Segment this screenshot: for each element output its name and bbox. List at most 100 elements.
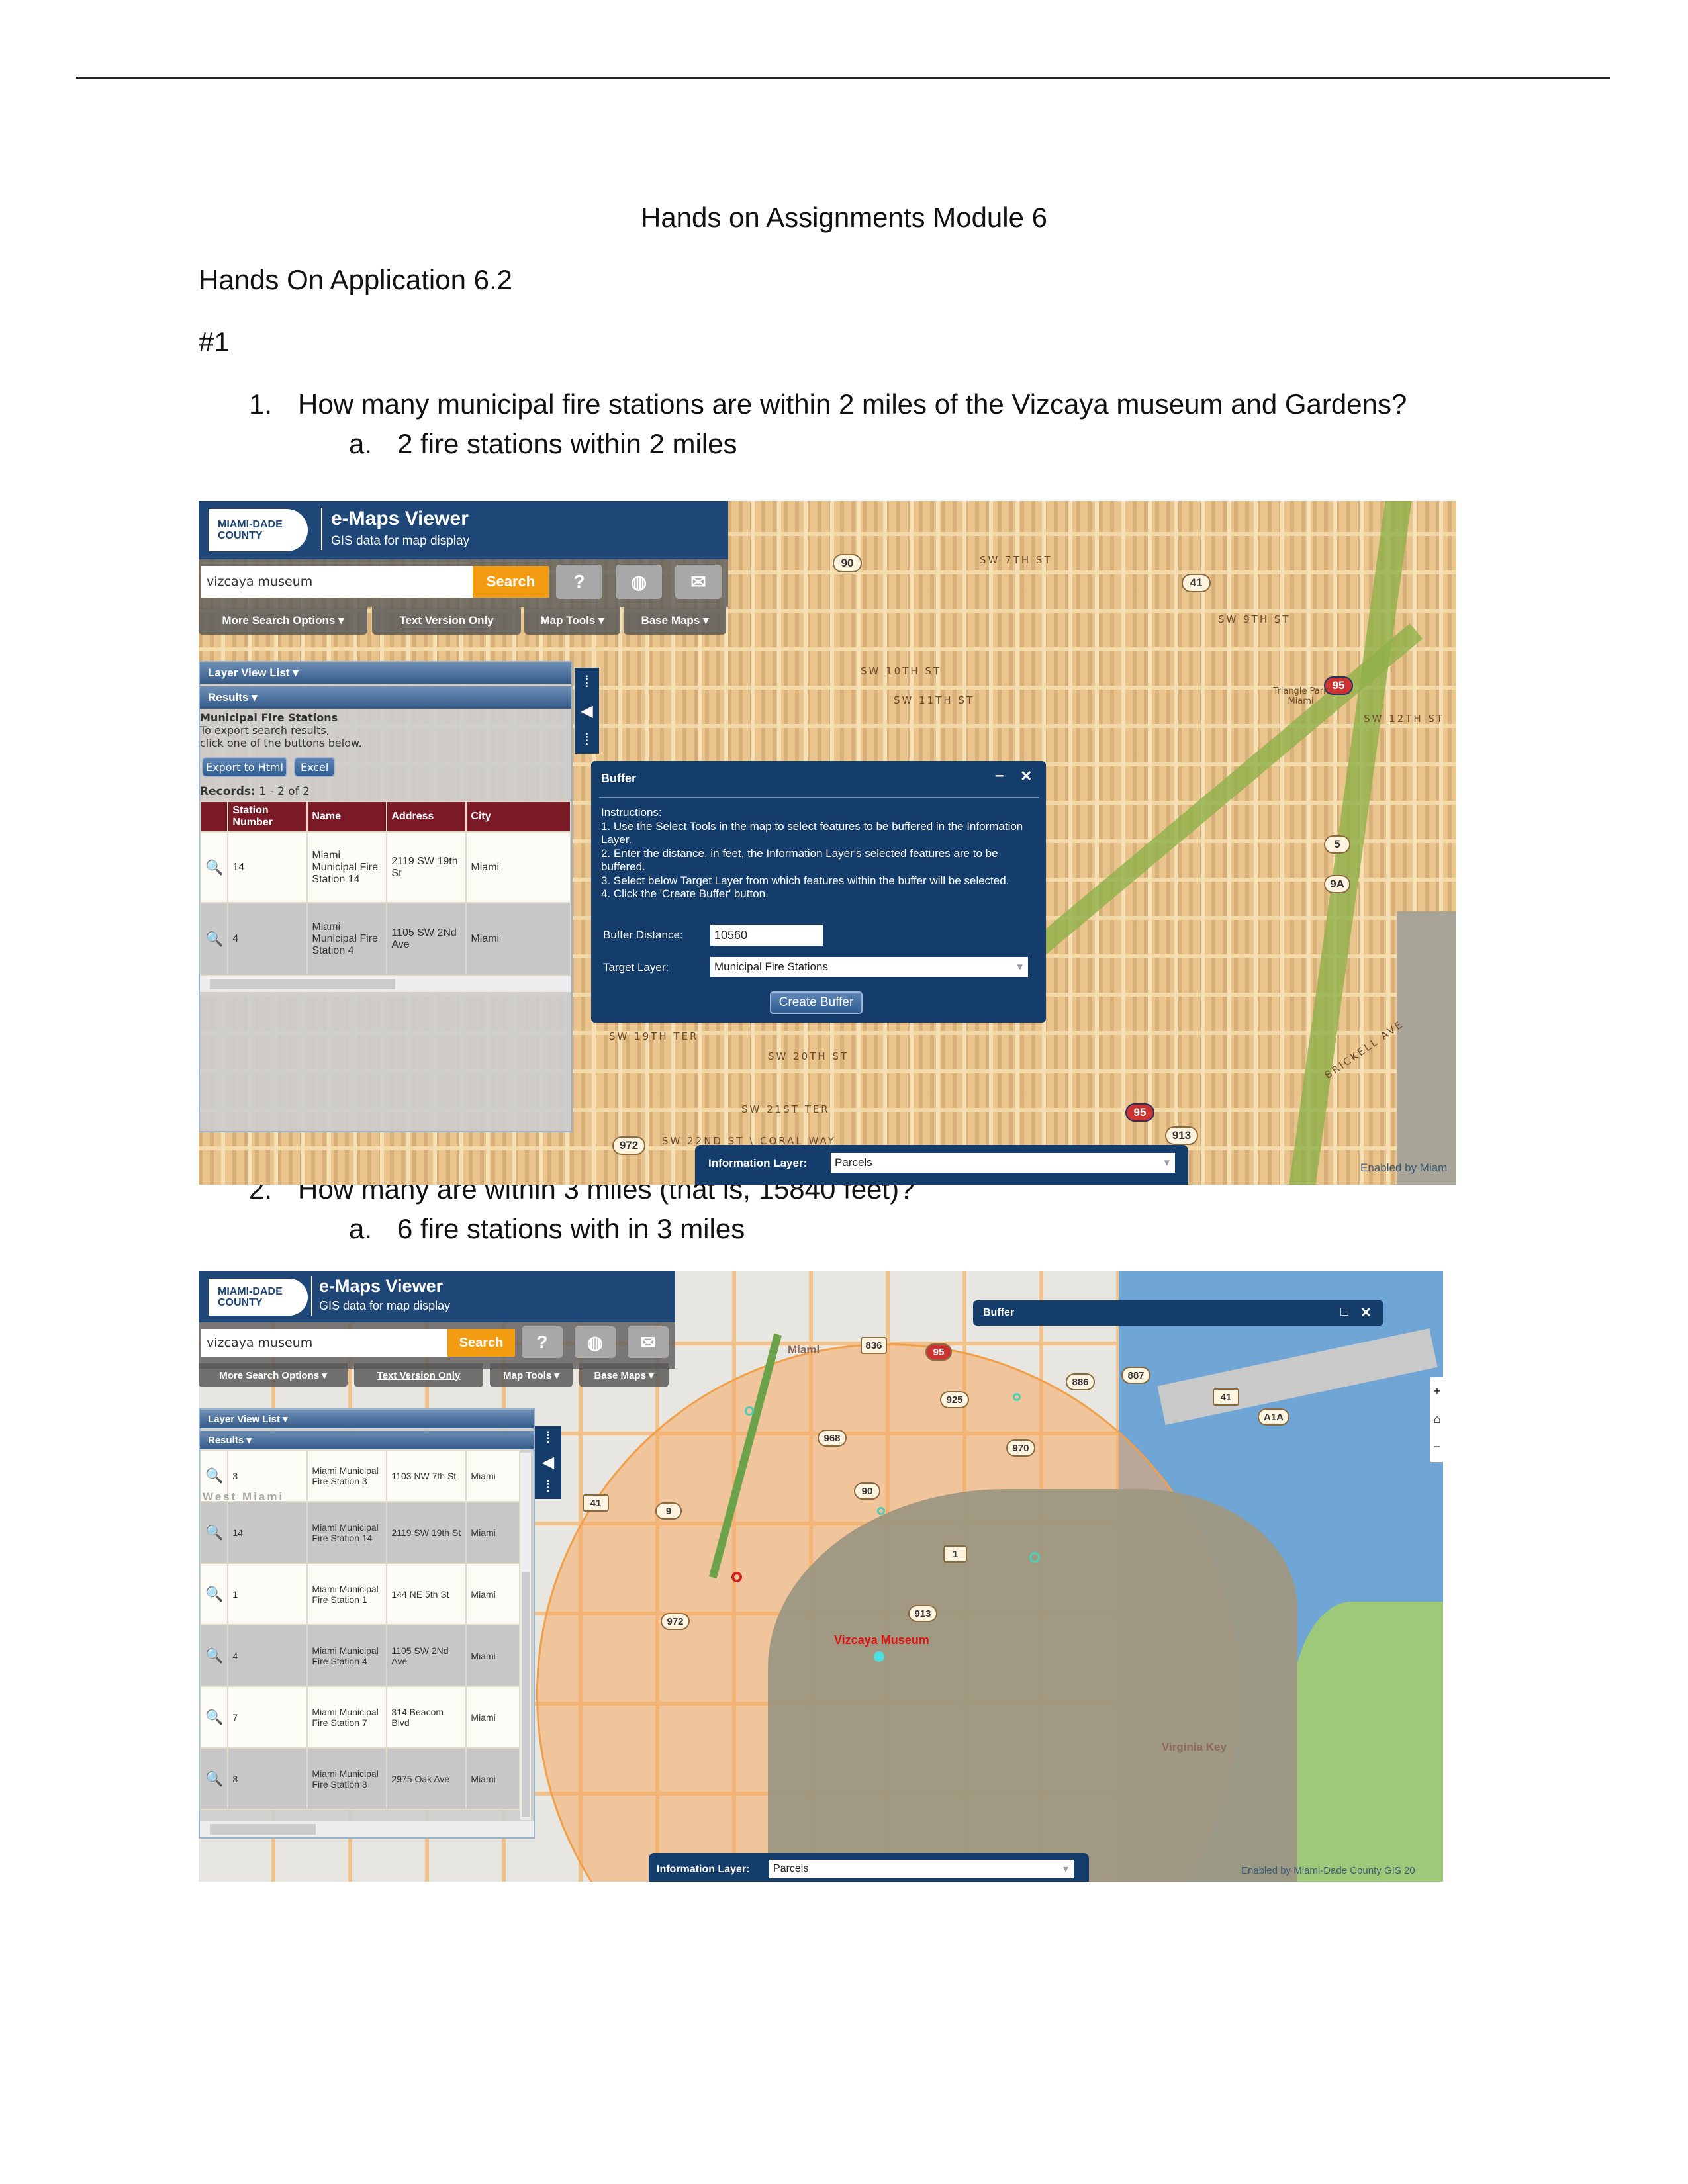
column-header-address[interactable]: Address <box>386 801 467 833</box>
zoom-to-icon[interactable]: 🔍 <box>200 1501 229 1564</box>
table-row[interactable]: 🔍 4 Miami Municipal Fire Station 4 1105 … <box>199 902 571 976</box>
information-layer-select[interactable]: Parcels ▾ <box>831 1153 1175 1173</box>
help-icon[interactable]: ? <box>556 565 602 599</box>
instruction-step: 2. Enter the distance, in feet, the Info… <box>601 846 998 874</box>
table-row[interactable]: 🔍 14 Miami Municipal Fire Station 14 211… <box>199 831 571 903</box>
search-button[interactable]: Search <box>473 566 549 598</box>
create-buffer-button[interactable]: Create Buffer <box>770 991 863 1014</box>
station-address: 1105 SW 2Nd Ave <box>386 902 467 976</box>
attribution: Enabled by Miam <box>1360 1161 1448 1174</box>
station-number: 1 <box>227 1563 308 1625</box>
map-tools-menu[interactable]: Map Tools ▾ <box>524 607 620 635</box>
panel-collapse-handle[interactable]: ⁞ ◀ ⁞ <box>575 668 599 754</box>
bay-water <box>1397 911 1456 1185</box>
station-number: 7 <box>227 1686 308 1749</box>
table-row[interactable]: 🔍 3 Miami Municipal Fire Station 3 1103 NW … <box>200 1449 520 1502</box>
globe-icon[interactable]: ◍ <box>575 1326 616 1358</box>
route-shield-95: 95 <box>925 1343 952 1361</box>
instruction-step: 4. Click the 'Create Buffer' button. <box>601 887 769 900</box>
table-row[interactable]: 🔍 4 Miami Municipal Fire Station 4 1105 SW … <box>200 1624 520 1687</box>
table-row[interactable]: 🔍 1 Miami Municipal Fire Station 1 144 NE 5… <box>200 1563 520 1625</box>
zoom-to-icon[interactable]: 🔍 <box>200 1747 229 1810</box>
instructions-title: Instructions: <box>601 806 662 819</box>
buffer-distance-input[interactable]: 10560 <box>710 925 823 946</box>
scrollbar-thumb[interactable] <box>522 1572 530 1817</box>
information-layer-bar: Information Layer: Parcels ▾ <box>695 1145 1188 1185</box>
logo-text: MIAMI-DADE <box>218 519 283 530</box>
mail-icon[interactable]: ✉ <box>628 1326 669 1358</box>
zoom-to-icon[interactable]: 🔍 <box>199 831 229 903</box>
app-subtitle: GIS data for map display <box>319 1299 451 1312</box>
station-name: Miami Municipal Fire Station 4 <box>306 1624 388 1687</box>
zoom-to-icon[interactable]: 🔍 <box>199 902 229 976</box>
route-shield-9: 9 <box>655 1502 682 1520</box>
information-layer-select[interactable]: Parcels ▾ <box>769 1860 1074 1878</box>
mail-icon[interactable]: ✉ <box>675 565 722 599</box>
answer-2-letter: a. <box>349 1213 373 1244</box>
station-name: Miami Municipal Fire Station 8 <box>306 1747 388 1810</box>
app-subtitle: GIS data for map display <box>331 534 470 548</box>
minimize-icon[interactable]: – <box>995 766 1004 785</box>
records-value: 1 - 2 of 2 <box>259 785 310 798</box>
close-icon[interactable]: ✕ <box>1020 768 1032 785</box>
help-icon[interactable]: ? <box>522 1326 563 1358</box>
search-input[interactable] <box>201 1329 447 1357</box>
zoom-controls[interactable]: + ⌂ − <box>1430 1377 1443 1463</box>
route-shield-41: 41 <box>583 1494 609 1512</box>
base-maps-menu[interactable]: Base Maps ▾ <box>579 1363 669 1387</box>
street-label: SW 12TH ST <box>1364 713 1445 725</box>
search-input[interactable] <box>201 566 473 598</box>
horizontal-scrollbar[interactable] <box>200 1821 534 1837</box>
zoom-to-icon[interactable]: 🔍 <box>200 1563 229 1625</box>
street-label: SW 7TH ST <box>980 554 1053 566</box>
results-panel: Layer View List ▾ Results ▾ Municipal Fi… <box>199 661 573 1132</box>
globe-icon[interactable]: ◍ <box>616 565 662 599</box>
results-toggle[interactable]: Results ▾ <box>200 1431 534 1449</box>
map-tools-menu[interactable]: Map Tools ▾ <box>490 1363 573 1387</box>
station-address: 1103 NW 7th St <box>386 1449 467 1502</box>
horizontal-scrollbar[interactable] <box>200 976 571 992</box>
scrollbar-thumb[interactable] <box>210 979 395 989</box>
street-label: SW 20TH ST <box>768 1050 849 1062</box>
search-button[interactable]: Search <box>447 1329 515 1357</box>
results-toggle[interactable]: Results ▾ <box>200 686 571 709</box>
station-city: Miami <box>465 831 571 903</box>
zoom-to-icon[interactable]: 🔍 <box>200 1686 229 1749</box>
column-header-station-number[interactable]: Station Number <box>227 801 308 833</box>
panel-collapse-handle[interactable]: ⁞ ◀ ⁞ <box>535 1426 561 1499</box>
base-maps-menu[interactable]: Base Maps ▾ <box>624 607 726 635</box>
route-shield-887: 887 <box>1121 1367 1150 1384</box>
layer-view-list-toggle[interactable]: Layer View List ▾ <box>200 662 571 684</box>
column-header-name[interactable]: Name <box>306 801 388 833</box>
more-search-options-menu[interactable]: More Search Options ▾ <box>199 1363 348 1387</box>
table-row[interactable]: 🔍 8 Miami Municipal Fire Station 8 2975 Oak… <box>200 1747 520 1810</box>
selected-value: Parcels <box>835 1156 872 1169</box>
results-table: Station Number Name Address City 🔍 14 Mi… <box>199 801 571 976</box>
close-icon[interactable]: ✕ <box>1360 1304 1372 1321</box>
target-layer-select[interactable]: Municipal Fire Stations ▾ <box>710 957 1028 977</box>
station-city: Miami <box>465 1624 520 1687</box>
vertical-scrollbar[interactable] <box>520 1453 531 1820</box>
column-header-city[interactable]: City <box>465 801 571 833</box>
text-version-link[interactable]: Text Version Only <box>354 1363 483 1387</box>
chevron-down-icon: ▾ <box>1017 960 1023 973</box>
maximize-icon[interactable]: □ <box>1340 1304 1348 1320</box>
instruction-step: 1. Use the Select Tools in the map to se… <box>601 819 1023 846</box>
table-row[interactable]: 🔍 14 Miami Municipal Fire Station 14 2119 S… <box>200 1501 520 1564</box>
text-version-link[interactable]: Text Version Only <box>372 607 521 635</box>
app-title: e-Maps Viewer <box>331 508 469 529</box>
miami-dade-logo: MIAMI-DADE COUNTY <box>209 1279 308 1316</box>
answer-1-letter: a. <box>349 428 373 459</box>
export-html-button[interactable]: Export to Html <box>202 757 287 777</box>
more-search-options-menu[interactable]: More Search Options ▾ <box>199 607 367 635</box>
layer-view-list-toggle[interactable]: Layer View List ▾ <box>200 1410 534 1428</box>
export-excel-button[interactable]: Excel <box>293 757 336 777</box>
zoom-to-icon[interactable]: 🔍 <box>200 1449 229 1502</box>
zoom-to-icon[interactable]: 🔍 <box>200 1624 229 1687</box>
question-1-number: 1. <box>249 388 273 420</box>
scrollbar-thumb[interactable] <box>210 1824 316 1835</box>
information-layer-label: Information Layer: <box>708 1157 808 1169</box>
route-shield-95: 95 <box>1125 1103 1154 1122</box>
station-city: Miami <box>465 902 571 976</box>
table-row[interactable]: 🔍 7 Miami Municipal Fire Station 7 314 Beac… <box>200 1686 520 1749</box>
